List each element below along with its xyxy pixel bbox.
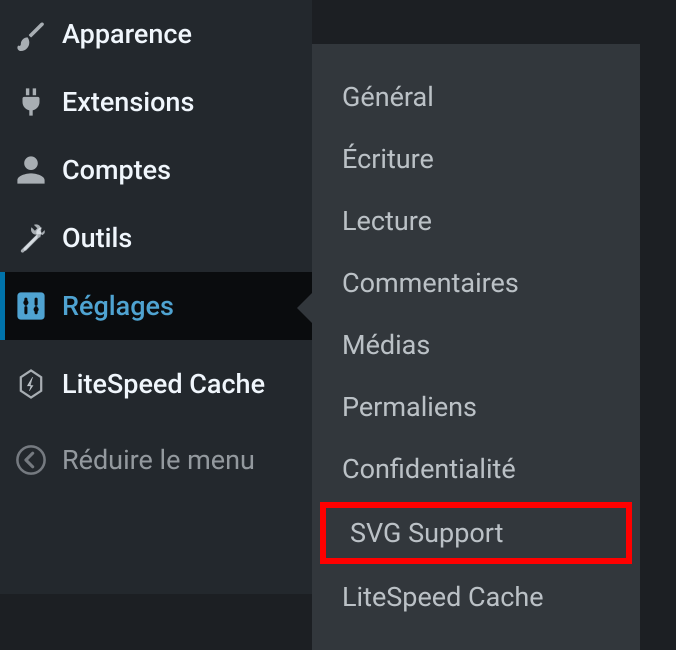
sidebar-label: Réglages: [62, 290, 174, 322]
submenu-item-permalinks[interactable]: Permaliens: [312, 376, 640, 438]
sidebar-item-plugins[interactable]: Extensions: [0, 68, 312, 136]
submenu-item-writing[interactable]: Écriture: [312, 128, 640, 190]
sidebar-label: Apparence: [62, 18, 192, 50]
submenu-item-general[interactable]: Général: [312, 66, 640, 128]
submenu-label: Général: [342, 81, 434, 113]
separator: [0, 340, 312, 350]
sidebar-label: Outils: [62, 222, 132, 254]
admin-sidebar: Apparence Extensions Comptes Outils Régl…: [0, 0, 312, 594]
sidebar-item-settings[interactable]: Réglages: [0, 272, 312, 340]
collapse-menu-button[interactable]: Réduire le menu: [0, 426, 312, 494]
sidebar-label: Extensions: [62, 86, 194, 118]
wrench-icon: [14, 221, 48, 255]
collapse-label: Réduire le menu: [62, 444, 255, 476]
paintbrush-icon: [14, 17, 48, 51]
user-icon: [14, 153, 48, 187]
sidebar-label: Comptes: [62, 154, 171, 186]
sidebar-item-litespeed[interactable]: LiteSpeed Cache: [0, 350, 312, 418]
submenu-label: LiteSpeed Cache: [342, 581, 544, 613]
settings-submenu: Général Écriture Lecture Commentaires Mé…: [312, 44, 640, 650]
plug-icon: [14, 85, 48, 119]
submenu-label: Écriture: [342, 143, 434, 175]
sliders-icon: [14, 289, 48, 323]
sidebar-item-tools[interactable]: Outils: [0, 204, 312, 272]
submenu-label: Confidentialité: [342, 453, 516, 485]
collapse-icon: [14, 443, 48, 477]
submenu-label: Permaliens: [342, 391, 477, 423]
litespeed-icon: [14, 367, 48, 401]
submenu-item-discussion[interactable]: Commentaires: [312, 252, 640, 314]
submenu-item-svg-support[interactable]: SVG Support: [320, 502, 632, 564]
submenu-label: Commentaires: [342, 267, 519, 299]
sidebar-label: LiteSpeed Cache: [62, 368, 265, 400]
sidebar-item-users[interactable]: Comptes: [0, 136, 312, 204]
submenu-item-media[interactable]: Médias: [312, 314, 640, 376]
submenu-label: Médias: [342, 329, 430, 361]
submenu-item-reading[interactable]: Lecture: [312, 190, 640, 252]
submenu-label: SVG Support: [350, 517, 503, 549]
submenu-label: Lecture: [342, 205, 432, 237]
submenu-item-privacy[interactable]: Confidentialité: [312, 438, 640, 500]
submenu-item-litespeed-cache[interactable]: LiteSpeed Cache: [312, 566, 640, 628]
sidebar-item-appearance[interactable]: Apparence: [0, 0, 312, 68]
